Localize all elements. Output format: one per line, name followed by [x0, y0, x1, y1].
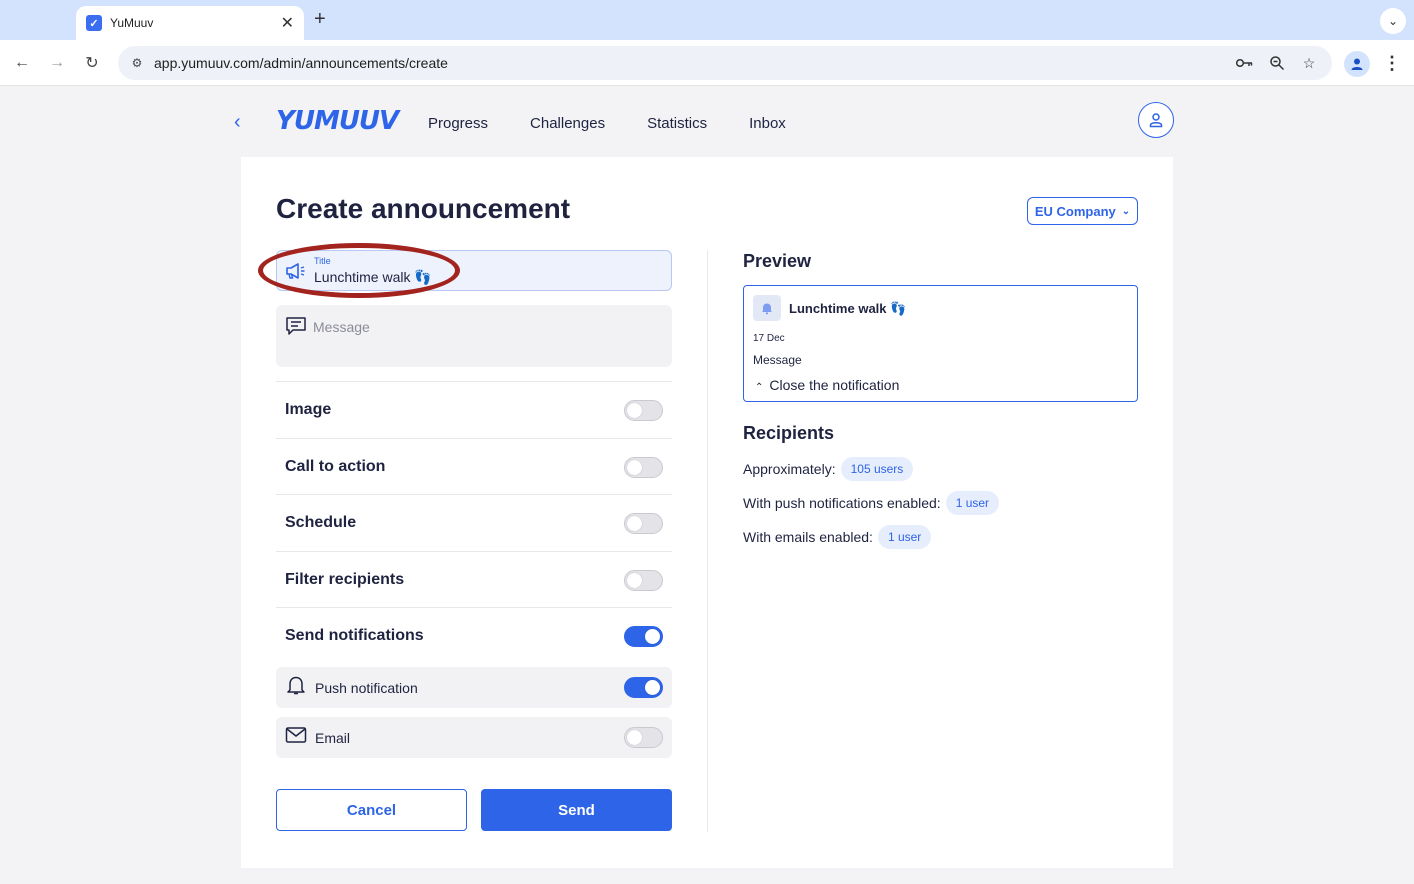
toggle-row-image: Image: [276, 381, 672, 438]
cancel-button[interactable]: Cancel: [276, 789, 467, 831]
push-enabled-label: With push notifications enabled:: [743, 495, 941, 511]
push-notification-toggle[interactable]: [624, 677, 663, 698]
browser-tab[interactable]: ✓ YuMuuv ✕: [76, 6, 304, 40]
send-notifications-toggle[interactable]: [624, 625, 663, 647]
bookmark-star-icon[interactable]: ☆: [1298, 52, 1320, 74]
main-nav: Progress Challenges Statistics Inbox: [428, 115, 828, 132]
forward-arrow-icon[interactable]: →: [46, 52, 68, 74]
push-notification-row: Push notification: [276, 667, 672, 708]
push-notification-label: Push notification: [315, 679, 418, 696]
message-placeholder: Message: [313, 319, 370, 335]
chevron-down-icon: ⌄: [1121, 205, 1131, 217]
new-tab-icon[interactable]: +: [314, 8, 326, 31]
favicon-icon: ✓: [86, 15, 102, 31]
megaphone-icon: [285, 262, 307, 285]
recipients-push-row: With push notifications enabled: 1 user: [743, 491, 1000, 515]
title-field[interactable]: Title Lunchtime walk 👣: [276, 250, 672, 291]
recipients-approx-row: Approximately: 105 users: [743, 457, 914, 481]
schedule-toggle[interactable]: [624, 512, 663, 534]
bell-icon: [285, 674, 307, 701]
toggle-label-filter-recipients: Filter recipients: [285, 571, 405, 588]
filter-recipients-toggle[interactable]: [624, 569, 663, 591]
back-arrow-icon[interactable]: ←: [11, 52, 33, 74]
envelope-icon: [285, 726, 307, 749]
url-text: app.yumuuv.com/admin/announcements/creat…: [154, 55, 448, 71]
push-count-badge: 1 user: [945, 491, 1000, 515]
toggle-row-schedule: Schedule: [276, 494, 672, 551]
send-button[interactable]: Send: [481, 789, 672, 831]
toggle-label-schedule: Schedule: [285, 514, 357, 531]
nav-challenges[interactable]: Challenges: [530, 115, 605, 132]
close-notification-label: Close the notification: [769, 377, 900, 393]
site-settings-icon[interactable]: ⚙: [126, 52, 148, 74]
chevron-up-icon: ⌃: [755, 382, 764, 393]
nav-inbox[interactable]: Inbox: [749, 115, 786, 132]
notification-preview: Lunchtime walk 👣 17 Dec Message ⌃ Close t…: [743, 285, 1138, 402]
recipients-email-row: With emails enabled: 1 user: [743, 525, 932, 549]
tab-title: YuMuuv: [110, 16, 154, 30]
title-field-value: Lunchtime walk 👣: [314, 269, 432, 285]
preview-message: Message: [753, 353, 802, 367]
tab-search-chevron-icon[interactable]: ⌄: [1380, 8, 1406, 34]
email-row: Email: [276, 717, 672, 758]
preview-title: Lunchtime walk 👣: [789, 301, 907, 316]
nav-statistics[interactable]: Statistics: [647, 115, 707, 132]
close-tab-icon[interactable]: ✕: [281, 13, 294, 33]
title-field-label: Title: [314, 256, 331, 266]
email-toggle[interactable]: [624, 727, 663, 748]
toggle-label-image: Image: [285, 401, 332, 418]
toggle-row-call-to-action: Call to action: [276, 438, 672, 495]
preview-date: 17 Dec: [753, 333, 785, 344]
approx-label: Approximately:: [743, 461, 836, 477]
browser-menu-icon[interactable]: ⋮: [1382, 52, 1402, 74]
user-account-button[interactable]: [1138, 102, 1174, 138]
approx-count-badge: 105 users: [840, 457, 914, 481]
toggle-row-send-notifications: Send notifications: [276, 607, 672, 664]
toggle-label-send-notifications: Send notifications: [285, 627, 424, 644]
reload-icon[interactable]: ↻: [81, 52, 103, 74]
email-enabled-label: With emails enabled:: [743, 529, 873, 545]
company-dropdown[interactable]: EU Company ⌄: [1027, 197, 1138, 225]
message-icon: [285, 316, 307, 341]
call-to-action-toggle[interactable]: [624, 456, 663, 478]
yumuuv-logo[interactable]: YUMUUV: [276, 106, 399, 136]
announcement-card: Create announcement EU Company ⌄ Title L…: [241, 157, 1173, 868]
close-notification-link[interactable]: ⌃ Close the notification: [755, 377, 899, 393]
message-field[interactable]: Message: [276, 305, 672, 367]
company-dropdown-value: EU Company: [1034, 203, 1116, 219]
toggle-row-filter-recipients: Filter recipients: [276, 551, 672, 608]
address-bar[interactable]: ⚙ app.yumuuv.com/admin/announcements/cre…: [118, 46, 1332, 80]
page-title: Create announcement: [276, 193, 571, 224]
app-back-icon[interactable]: ‹: [234, 111, 241, 134]
password-key-icon[interactable]: [1234, 52, 1256, 74]
email-label: Email: [315, 729, 351, 746]
user-icon: [1149, 113, 1163, 128]
nav-progress[interactable]: Progress: [428, 115, 488, 132]
browser-toolbar: ← → ↻ ⚙ app.yumuuv.com/admin/announcemen…: [0, 40, 1414, 86]
recipients-heading: Recipients: [743, 423, 835, 443]
preview-heading: Preview: [743, 251, 812, 271]
browser-profile-icon[interactable]: [1344, 51, 1370, 77]
toggle-label-call-to-action: Call to action: [285, 458, 386, 475]
email-count-badge: 1 user: [877, 525, 932, 549]
zoom-icon[interactable]: [1266, 52, 1288, 74]
column-divider: [707, 250, 708, 832]
image-toggle[interactable]: [624, 399, 663, 421]
preview-bell-icon: [753, 295, 781, 321]
browser-tab-bar: ✓ YuMuuv ✕ + ⌄: [0, 0, 1414, 40]
